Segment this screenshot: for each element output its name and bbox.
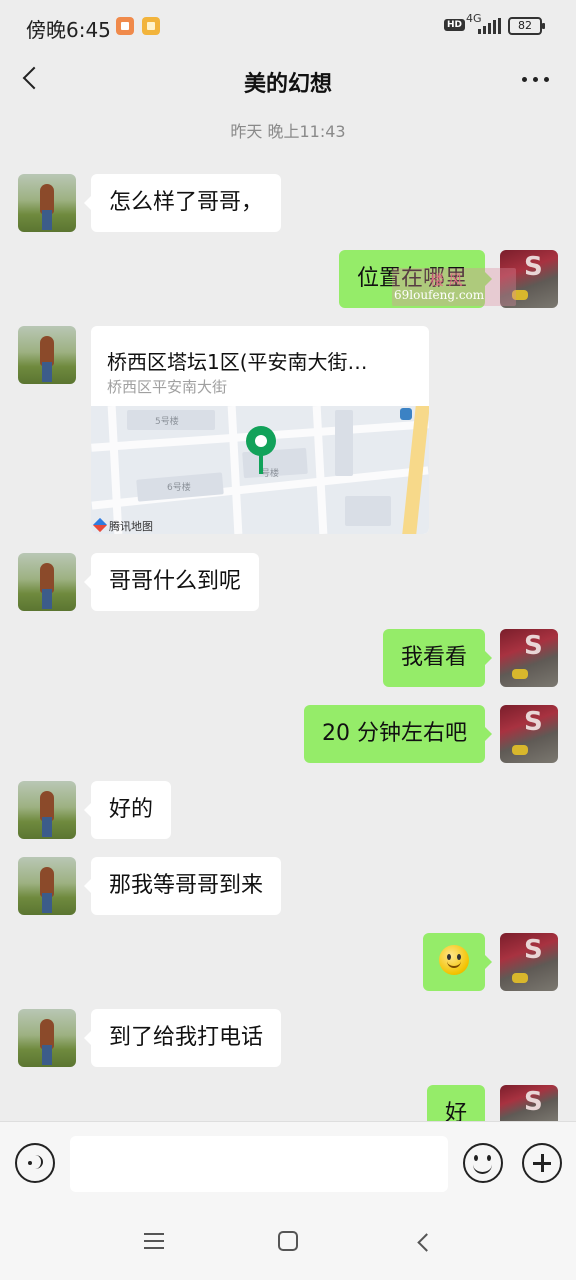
my-avatar[interactable]	[500, 705, 558, 763]
battery-icon: 82	[508, 17, 545, 35]
contact-avatar[interactable]	[18, 857, 76, 915]
contact-avatar[interactable]	[18, 553, 76, 611]
contact-avatar[interactable]	[18, 174, 76, 232]
app-notification-icon	[116, 17, 134, 35]
watermark-text: 楼 风	[430, 273, 463, 289]
menu-icon[interactable]	[144, 1231, 166, 1251]
app-notification-icon	[142, 17, 160, 35]
location-title: 桥西区塔坛1区(平安南大街…	[107, 350, 368, 374]
watermark: 楼 风 69loufeng.com	[392, 268, 516, 306]
system-nav-bar	[0, 1203, 576, 1280]
smiley-emoji-icon	[439, 945, 469, 975]
message-bubble-incoming[interactable]: 怎么样了哥哥，	[83, 174, 282, 232]
input-bar	[0, 1121, 576, 1203]
map-label: 5号楼	[155, 417, 179, 427]
message-bubble-outgoing[interactable]: 好	[426, 1085, 485, 1121]
contact-avatar[interactable]	[18, 781, 76, 839]
my-avatar[interactable]	[500, 629, 558, 687]
message-bubble-incoming[interactable]: 哥哥什么到呢	[83, 553, 260, 611]
location-card[interactable]: 桥西区塔坛1区(平安南大街… 桥西区平安南大街 5号楼 6号楼 号楼 腾讯地图	[91, 326, 429, 534]
location-address: 桥西区平安南大街	[107, 378, 228, 396]
tencent-map-icon	[92, 517, 108, 533]
signal-icon	[478, 18, 502, 34]
metro-icon	[400, 408, 412, 420]
message-bubble-incoming[interactable]: 到了给我打电话	[83, 1009, 282, 1067]
message-bubble-outgoing[interactable]	[423, 933, 492, 991]
map-preview[interactable]: 5号楼 6号楼 号楼 腾讯地图	[91, 406, 429, 534]
message-bubble-incoming[interactable]: 好的	[83, 781, 172, 839]
map-label: 6号楼	[167, 483, 191, 493]
watermark-url: 69loufeng.com	[394, 288, 485, 302]
status-time: 傍晚6:45	[26, 18, 111, 42]
location-pin-icon	[246, 426, 276, 456]
contact-avatar[interactable]	[18, 326, 76, 384]
contact-avatar[interactable]	[18, 1009, 76, 1067]
more-dots-icon[interactable]	[520, 66, 552, 90]
plus-icon[interactable]	[522, 1143, 562, 1183]
my-avatar[interactable]	[500, 933, 558, 991]
voice-icon[interactable]	[15, 1143, 55, 1183]
message-input[interactable]	[70, 1136, 448, 1192]
status-bar: 傍晚6:45 HD 4G 82	[0, 0, 576, 56]
message-bubble-outgoing[interactable]: 20 分钟左右吧	[304, 705, 492, 763]
my-avatar[interactable]	[500, 1085, 558, 1121]
chat-header: 美的幻想	[0, 56, 576, 104]
map-label: 号楼	[261, 469, 280, 479]
message-bubble-outgoing[interactable]: 我看看	[382, 629, 493, 687]
hd-badge: HD	[444, 19, 466, 31]
message-bubble-incoming[interactable]: 那我等哥哥到来	[83, 857, 282, 915]
home-icon[interactable]	[278, 1231, 298, 1251]
back-icon[interactable]	[414, 1231, 434, 1253]
message-timestamp: 昨天 晚上11:43	[230, 122, 346, 141]
map-brand: 腾讯地图	[109, 520, 153, 533]
emoji-icon[interactable]	[463, 1143, 503, 1183]
chat-title: 美的幻想	[243, 72, 332, 97]
